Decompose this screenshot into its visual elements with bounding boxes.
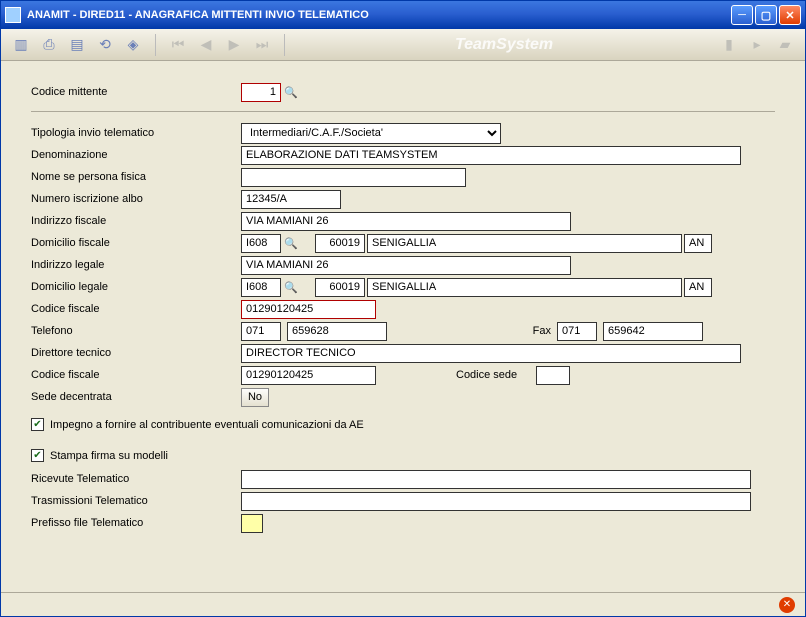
fax-num[interactable] (603, 322, 703, 341)
dom-legale-cod[interactable] (241, 278, 281, 297)
fax-label: Fax (527, 325, 557, 337)
cf-input[interactable] (241, 300, 376, 319)
print-icon[interactable]: ⎙ (39, 35, 59, 55)
export-icon[interactable]: ◈ (123, 35, 143, 55)
cf-label: Codice fiscale (31, 303, 241, 315)
trasmissioni-label: Trasmissioni Telematico (31, 495, 241, 507)
title-bar: ANAMIT - DIRED11 - ANAGRAFICA MITTENTI I… (1, 1, 805, 29)
action2-icon[interactable]: ▸ (747, 35, 767, 55)
ricevute-input[interactable] (241, 470, 751, 489)
direttore-label: Direttore tecnico (31, 347, 241, 359)
dom-legale-citta[interactable] (367, 278, 682, 297)
window-title: ANAMIT - DIRED11 - ANAGRAFICA MITTENTI I… (27, 9, 731, 21)
dom-fiscale-label: Domicilio fiscale (31, 237, 241, 249)
maximize-button[interactable]: ▢ (755, 5, 777, 25)
lookup-icon[interactable]: 🔍 (283, 235, 299, 251)
dom-fiscale-prov[interactable] (684, 234, 712, 253)
status-close-icon[interactable]: ✕ (779, 597, 795, 613)
codice-mittente-label: Codice mittente (31, 86, 241, 98)
tipologia-label: Tipologia invio telematico (31, 127, 241, 139)
codice-sede-input[interactable] (536, 366, 570, 385)
toolbar: ▥ ⎙ ▤ ⟲ ◈ ⏮ ◀ ▶ ⏭ TeamSystem ▮ ▸ ▰ (1, 29, 805, 61)
num-iscr-input[interactable] (241, 190, 341, 209)
codice-mittente-input[interactable] (241, 83, 281, 102)
ind-legale-input[interactable] (241, 256, 571, 275)
num-iscr-label: Numero iscrizione albo (31, 193, 241, 205)
impegno-label: Impegno a fornire al contribuente eventu… (50, 419, 364, 431)
status-bar: ✕ (1, 592, 805, 616)
telefono-label: Telefono (31, 325, 241, 337)
stampa-firma-checkbox[interactable]: ✔ (31, 449, 44, 462)
denominazione-input[interactable] (241, 146, 741, 165)
action1-icon[interactable]: ▮ (719, 35, 739, 55)
sede-dec-label: Sede decentrata (31, 391, 241, 403)
telefono-num[interactable] (287, 322, 387, 341)
telefono-pref[interactable] (241, 322, 281, 341)
cf2-input[interactable] (241, 366, 376, 385)
nav-prev-icon[interactable]: ◀ (196, 35, 216, 55)
brand-logo: TeamSystem (297, 36, 711, 54)
ind-fiscale-input[interactable] (241, 212, 571, 231)
dom-fiscale-cap[interactable] (315, 234, 365, 253)
nav-first-icon[interactable]: ⏮ (168, 35, 188, 55)
impegno-checkbox[interactable]: ✔ (31, 418, 44, 431)
new-doc-icon[interactable]: ▥ (11, 35, 31, 55)
cf2-label: Codice fiscale (31, 369, 241, 381)
dom-legale-prov[interactable] (684, 278, 712, 297)
minimize-button[interactable]: ─ (731, 5, 753, 25)
denominazione-label: Denominazione (31, 149, 241, 161)
dom-fiscale-citta[interactable] (367, 234, 682, 253)
lookup-icon[interactable]: 🔍 (283, 84, 299, 100)
stampa-firma-label: Stampa firma su modelli (50, 450, 168, 462)
prefisso-input[interactable] (241, 514, 263, 533)
nome-pf-label: Nome se persona fisica (31, 171, 241, 183)
direttore-input[interactable] (241, 344, 741, 363)
nav-last-icon[interactable]: ⏭ (252, 35, 272, 55)
ricevute-label: Ricevute Telematico (31, 473, 241, 485)
dom-fiscale-cod[interactable] (241, 234, 281, 253)
app-icon (5, 7, 21, 23)
lookup-icon[interactable]: 🔍 (283, 279, 299, 295)
folder-icon[interactable]: ▤ (67, 35, 87, 55)
nome-pf-input[interactable] (241, 168, 466, 187)
sede-dec-button[interactable]: No (241, 388, 269, 407)
ind-legale-label: Indirizzo legale (31, 259, 241, 271)
form-panel: Codice mittente 🔍 Tipologia invio telema… (1, 61, 805, 592)
prefisso-label: Prefisso file Telematico (31, 517, 241, 529)
nav-next-icon[interactable]: ▶ (224, 35, 244, 55)
codice-sede-label: Codice sede (456, 369, 536, 381)
trasmissioni-input[interactable] (241, 492, 751, 511)
refresh-icon[interactable]: ⟲ (95, 35, 115, 55)
fax-pref[interactable] (557, 322, 597, 341)
close-button[interactable]: ✕ (779, 5, 801, 25)
tipologia-select[interactable]: Intermediari/C.A.F./Societa' (241, 123, 501, 144)
ind-fiscale-label: Indirizzo fiscale (31, 215, 241, 227)
action3-icon[interactable]: ▰ (775, 35, 795, 55)
dom-legale-label: Domicilio legale (31, 281, 241, 293)
dom-legale-cap[interactable] (315, 278, 365, 297)
